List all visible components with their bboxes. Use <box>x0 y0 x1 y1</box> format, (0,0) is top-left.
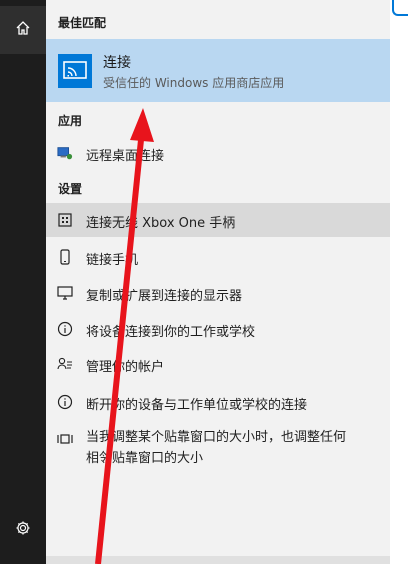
settings-button[interactable] <box>0 510 46 550</box>
section-best-match: 最佳匹配 <box>58 16 107 30</box>
info-icon <box>57 394 73 410</box>
settings-item-label: 断开你的设备与工作单位或学校的连接 <box>86 398 308 413</box>
settings-item-label: 将设备连接到你的工作或学校 <box>86 325 256 340</box>
settings-item-manage-accounts[interactable]: 管理你的帐户 <box>46 347 390 381</box>
phone-icon <box>57 249 73 265</box>
search-box-edge <box>46 556 390 564</box>
best-match-subtitle: 受信任的 Windows 应用商店应用 <box>103 76 285 90</box>
remote-desktop-icon <box>57 145 73 161</box>
info-icon <box>57 321 73 337</box>
connect-app-icon <box>58 54 92 88</box>
monitor-icon <box>57 285 73 301</box>
section-settings: 设置 <box>58 182 83 196</box>
accounts-icon <box>57 356 73 372</box>
gear-icon <box>15 520 31 540</box>
home-icon <box>15 20 31 40</box>
settings-item-connect-work[interactable]: 将设备连接到你的工作或学校 <box>46 312 390 346</box>
right-edge-strip <box>390 0 408 564</box>
app-item-label: 远程桌面连接 <box>86 149 165 164</box>
snap-icon <box>57 431 73 447</box>
home-button[interactable] <box>0 6 46 54</box>
start-rail <box>0 0 46 564</box>
best-match-title: 连接 <box>103 55 131 71</box>
settings-item-snap-resize[interactable]: 当我调整某个贴靠窗口的大小时，也调整任何相邻贴靠窗口的大小 <box>46 422 390 470</box>
settings-item-project-display[interactable]: 复制或扩展到连接的显示器 <box>46 276 390 310</box>
settings-item-label: 当我调整某个贴靠窗口的大小时，也调整任何相邻贴靠窗口的大小 <box>86 430 347 466</box>
settings-item-label: 管理你的帐户 <box>86 360 165 375</box>
settings-item-label: 连接无线 Xbox One 手柄 <box>86 216 236 231</box>
best-match-item[interactable] <box>46 39 390 102</box>
settings-item-label: 链接手机 <box>86 253 139 268</box>
section-apps: 应用 <box>58 114 83 128</box>
app-item-remote-desktop[interactable]: 远程桌面连接 <box>46 136 390 170</box>
settings-item-xbox-controller[interactable]: 连接无线 Xbox One 手柄 <box>46 203 390 237</box>
gamepad-icon <box>57 212 73 228</box>
settings-item-label: 复制或扩展到连接的显示器 <box>86 289 243 304</box>
edge-badge <box>392 0 408 16</box>
settings-item-disconnect-work[interactable]: 断开你的设备与工作单位或学校的连接 <box>46 385 390 419</box>
settings-item-link-phone[interactable]: 链接手机 <box>46 240 390 274</box>
